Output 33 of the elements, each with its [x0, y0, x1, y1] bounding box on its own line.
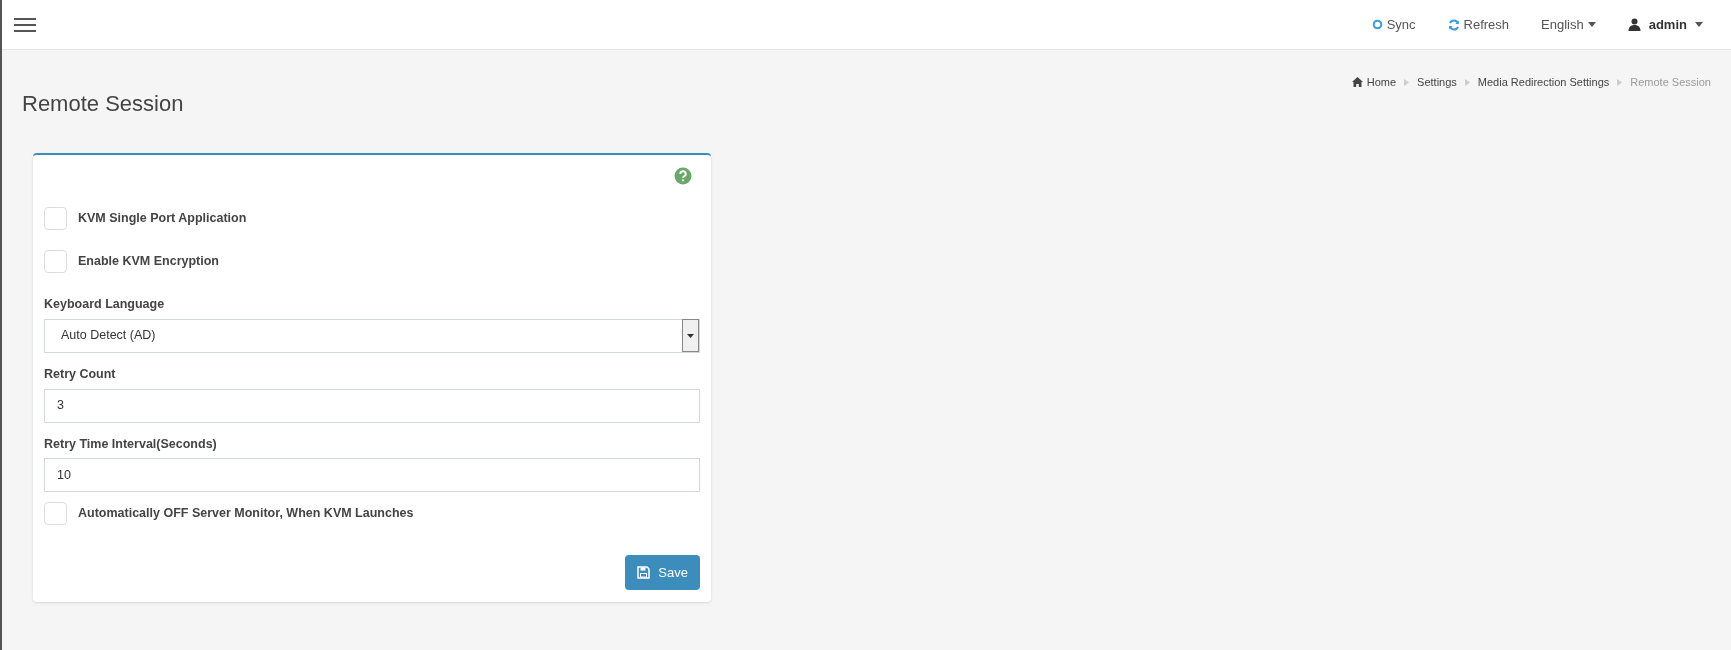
field-label: Retry Count — [44, 365, 117, 383]
checkbox-label: KVM Single Port Application — [78, 210, 247, 228]
refresh-link[interactable]: Refresh — [1447, 14, 1510, 35]
checkbox[interactable] — [44, 502, 67, 526]
field-label: Keyboard Language — [44, 296, 166, 313]
breadcrumb-separator — [1617, 78, 1623, 86]
breadcrumb-separator — [1404, 78, 1410, 86]
select-field[interactable]: Auto Detect (AD) — [44, 318, 700, 353]
refresh-icon — [1447, 18, 1460, 31]
input-field[interactable]: 3 — [44, 388, 700, 423]
sync-link[interactable]: Sync — [1371, 14, 1416, 35]
breadcrumb-link[interactable]: Settings — [1417, 74, 1457, 91]
user-icon — [1627, 18, 1641, 31]
breadcrumb-link[interactable]: Media Redirection Settings — [1477, 74, 1610, 91]
checkbox-label: Automatically OFF Server Monitor, When KVM Launches — [78, 505, 414, 523]
breadcrumb-separator — [1464, 78, 1470, 86]
sync-icon — [1371, 19, 1383, 30]
caret-icon — [1695, 22, 1703, 27]
breadcrumb-link[interactable]: Home — [1351, 74, 1397, 91]
field-label: Retry Time Interval(Seconds) — [44, 435, 218, 453]
checkbox[interactable] — [44, 207, 67, 230]
help-icon[interactable] — [674, 167, 692, 185]
breadcrumb-current: Remote Session — [1630, 75, 1711, 90]
checkbox[interactable] — [44, 250, 67, 273]
input-field[interactable]: 10 — [44, 458, 700, 493]
save-button[interactable]: Save — [625, 555, 700, 591]
user-menu[interactable]: admin — [1627, 14, 1703, 35]
menu-icon[interactable] — [14, 16, 36, 33]
checkbox-label: Enable KVM Encryption — [78, 253, 219, 271]
home-icon — [1351, 77, 1363, 88]
caret-icon — [1587, 22, 1596, 27]
language-dropdown[interactable]: English — [1541, 14, 1596, 35]
page-title: Remote Session — [22, 90, 184, 118]
